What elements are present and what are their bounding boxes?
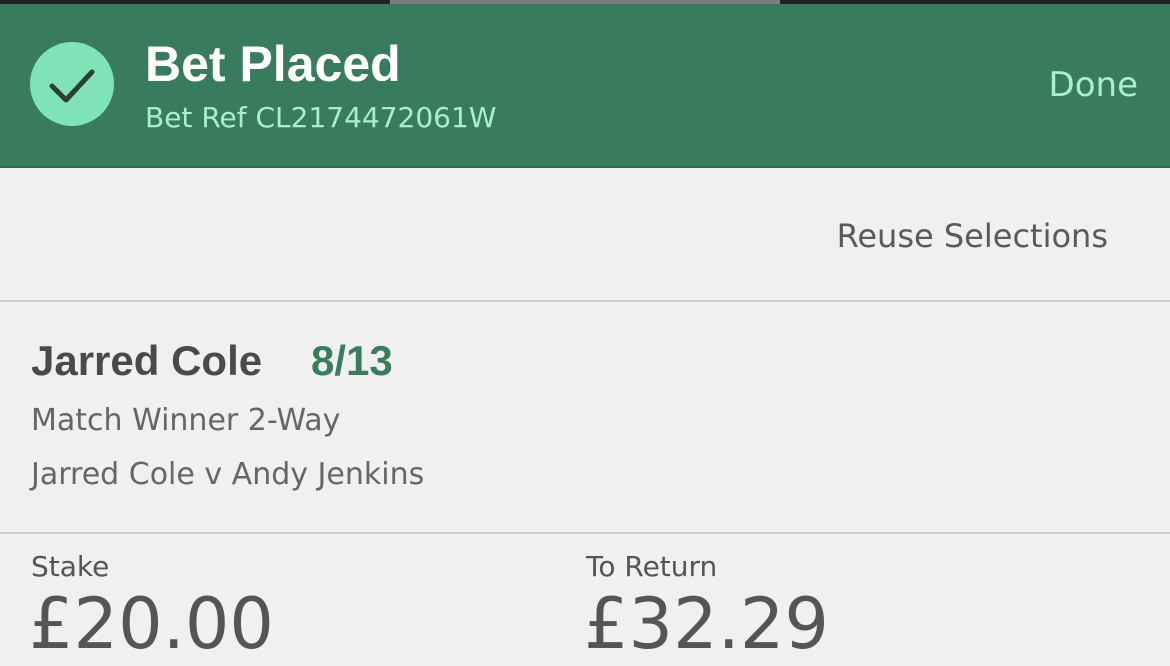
bet-selection: Jarred Cole 8/13 Match Winner 2-Way Jarr…: [0, 302, 1170, 534]
selection-odds: 8/13: [311, 337, 393, 384]
return-block: To Return £32.29: [584, 534, 1146, 666]
bet-placed-title: Bet Placed: [145, 36, 401, 92]
stake-block: Stake £20.00: [29, 534, 531, 666]
reuse-selections-button[interactable]: Reuse Selections: [837, 216, 1108, 256]
checkmark-glyph: [49, 69, 95, 103]
market-name: Match Winner 2-Way: [31, 403, 341, 438]
event-name: Jarred Cole v Andy Jenkins: [31, 457, 425, 492]
bet-confirmation-header: Bet Placed Bet Ref CL2174472061W Done: [0, 4, 1170, 168]
stake-label: Stake: [31, 550, 110, 583]
return-value: £32.29: [584, 583, 829, 665]
selection-name: Jarred Cole: [31, 337, 263, 384]
stake-value: £20.00: [29, 583, 274, 665]
bet-reference: Bet Ref CL2174472061W: [145, 101, 497, 134]
reuse-row: Reuse Selections: [0, 168, 1170, 302]
return-label: To Return: [586, 550, 718, 583]
checkmark-icon: [30, 42, 114, 126]
done-button[interactable]: Done: [1049, 64, 1138, 106]
